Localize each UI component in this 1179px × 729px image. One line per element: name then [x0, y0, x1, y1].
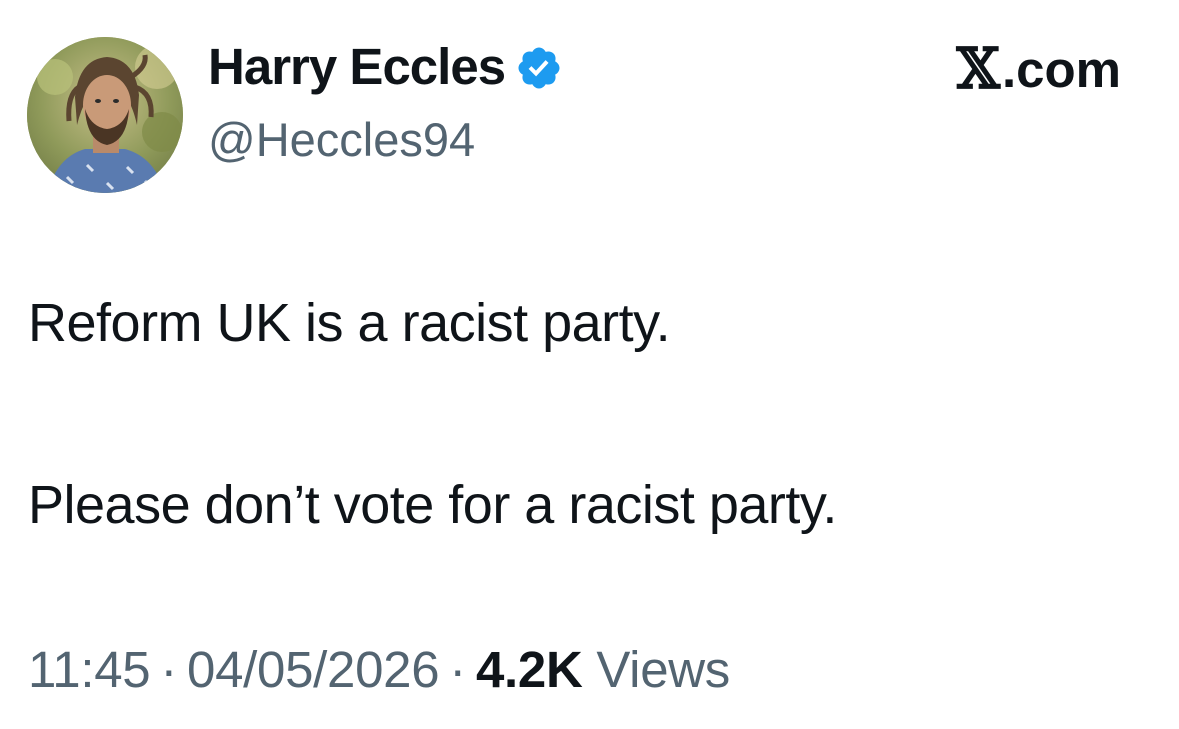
meta-separator: ·: [160, 641, 178, 698]
verified-badge-icon: [515, 44, 563, 92]
meta-separator: ·: [449, 641, 466, 698]
views-count[interactable]: 4.2K: [476, 641, 583, 698]
avatar[interactable]: [27, 37, 183, 193]
tweet-text-line: Reform UK is a racist party.: [28, 293, 671, 353]
author-handle[interactable]: @Heccles94: [208, 112, 475, 167]
brand-logo: 𝕏 .com: [957, 36, 1122, 102]
author-display-name[interactable]: Harry Eccles: [208, 37, 506, 96]
brand-domain: .com: [1001, 40, 1121, 98]
avatar-photo: [27, 37, 183, 193]
tweet-metadata: 11:45 · 04/05/2026 · 4.2K Views: [28, 640, 730, 699]
views-label: Views: [596, 641, 730, 698]
tweet-card: Harry Eccles @Heccles94 𝕏 .com Reform UK…: [0, 0, 1179, 729]
tweet-text-line: Please don’t vote for a racist party.: [28, 475, 837, 535]
author-name-row: Harry Eccles: [208, 30, 563, 102]
x-logo-icon: 𝕏: [956, 36, 1000, 102]
tweet-time[interactable]: 11:45: [28, 641, 151, 698]
tweet-date[interactable]: 04/05/2026: [187, 641, 440, 698]
